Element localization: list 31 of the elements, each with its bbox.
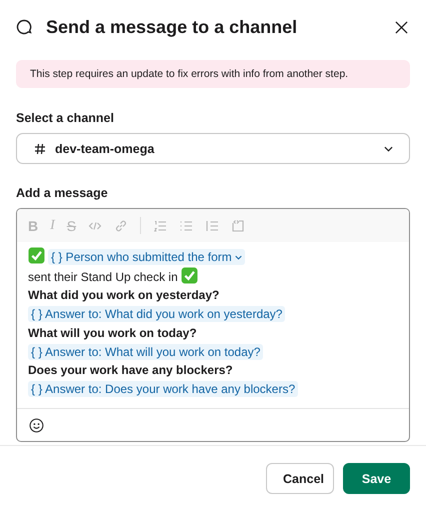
channel-select[interactable]: dev-team-omega	[16, 133, 410, 164]
numbered-list-icon[interactable]	[153, 218, 168, 232]
dialog-title: Send a message to a channel	[46, 16, 298, 38]
link-icon[interactable]	[114, 218, 128, 232]
chevron-down-icon	[234, 254, 242, 260]
error-message: This step requires an update to fix errors with info from another step.	[30, 68, 348, 80]
checkmark-icon	[28, 247, 45, 264]
field-label: Add a message	[16, 186, 109, 200]
checkmark-icon	[180, 266, 198, 284]
message-text: check in	[134, 270, 178, 284]
code-block-icon[interactable]	[231, 218, 246, 232]
channel-name: dev-team-omega	[55, 142, 156, 156]
cancel-button[interactable]: Cancel	[266, 463, 334, 494]
message-text: sent their Stand Up	[28, 270, 131, 284]
variable-token[interactable]: { } Answer to: What did you work on yesterday?	[28, 306, 286, 322]
question-text: Does your work have any blockers?	[28, 363, 233, 378]
chevron-down-icon	[384, 146, 393, 152]
close-icon[interactable]	[395, 20, 408, 34]
emoji-icon[interactable]	[29, 418, 44, 432]
variable-token[interactable]: { } Answer to: Does your work have any blockers?	[28, 380, 298, 397]
variable-token[interactable]: { } Answer to: What will you work on today?	[28, 344, 264, 360]
field-label: Select a channel	[16, 111, 115, 125]
question-text: What will you work on today?	[28, 326, 197, 340]
message-editor[interactable]	[16, 208, 410, 442]
save-button[interactable]: Save	[343, 463, 410, 494]
quote-icon[interactable]	[205, 218, 220, 232]
question-text: What did you work on yesterday?	[28, 288, 220, 302]
bulleted-list-icon[interactable]	[179, 218, 194, 232]
chat-bubble-icon	[16, 19, 32, 35]
hash-icon	[34, 142, 46, 154]
variable-token[interactable]: { } Person who submitted the form	[48, 249, 245, 265]
